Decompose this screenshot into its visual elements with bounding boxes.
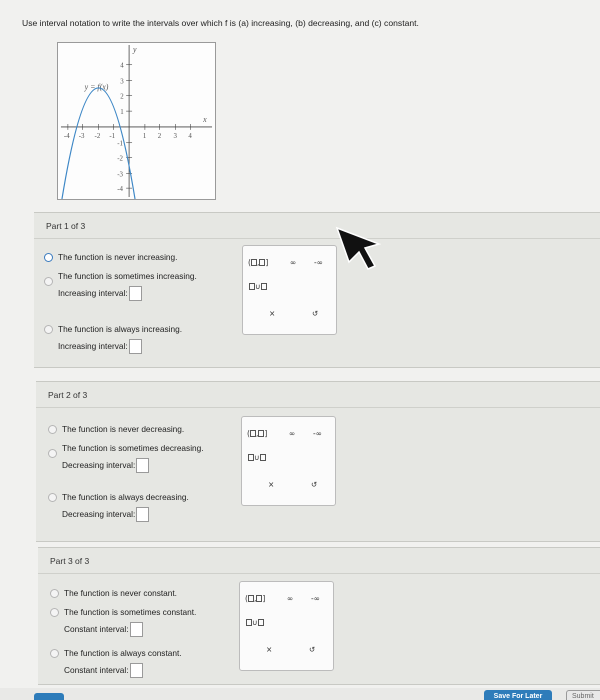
x-tick-label: -3 xyxy=(79,133,85,140)
radio-button[interactable] xyxy=(50,589,59,598)
interval-palette: (,] ∞ -∞ ∪ × ↺ xyxy=(241,416,336,506)
neg-infinity-key[interactable]: -∞ xyxy=(313,429,322,438)
x-tick-label: -2 xyxy=(95,133,101,140)
union-key[interactable]: ∪ xyxy=(249,282,267,291)
undo-key[interactable]: ↺ xyxy=(309,645,315,654)
x-tick-label: 1 xyxy=(143,133,147,140)
undo-key[interactable]: ↺ xyxy=(311,480,317,489)
y-tick-label: 2 xyxy=(120,93,124,100)
x-tick-label: -4 xyxy=(64,133,70,140)
answer-row: Constant interval: xyxy=(52,621,196,638)
infinity-key[interactable]: ∞ xyxy=(290,258,296,267)
option-sometimes-constant[interactable]: The function is sometimes constant. Cons… xyxy=(50,607,196,638)
radio-button[interactable] xyxy=(48,449,57,458)
undo-key[interactable]: ↺ xyxy=(312,309,318,318)
answer-row: Constant interval: xyxy=(52,662,182,679)
answer-row: Decreasing interval: xyxy=(50,506,189,523)
answer-row: Decreasing interval: xyxy=(50,457,210,474)
constant-interval-input[interactable] xyxy=(129,622,143,637)
neg-infinity-key[interactable]: -∞ xyxy=(314,258,323,267)
y-tick-label: 1 xyxy=(120,109,124,116)
footer-tab[interactable] xyxy=(34,693,64,700)
mouse-cursor-icon xyxy=(335,226,381,270)
interval-palette: (,] ∞ -∞ ∪ × ↺ xyxy=(239,581,334,671)
option-always-increasing[interactable]: The function is always increasing. Incre… xyxy=(44,324,182,355)
function-curve xyxy=(61,87,136,199)
radio-button[interactable] xyxy=(44,325,53,334)
answer-row: Increasing interval: xyxy=(46,285,206,302)
decreasing-interval-input[interactable] xyxy=(136,458,150,473)
x-tick-label: 4 xyxy=(188,133,192,140)
option-never-constant[interactable]: The function is never constant. xyxy=(50,588,177,599)
answer-row: Increasing interval: xyxy=(46,338,182,355)
open-closed-interval-key[interactable]: (,] xyxy=(247,429,267,438)
y-tick-label: -4 xyxy=(117,186,123,193)
radio-button[interactable] xyxy=(48,493,57,502)
increasing-interval-input[interactable] xyxy=(128,339,142,354)
option-sometimes-increasing[interactable]: The function is sometimes increasing. In… xyxy=(44,271,206,302)
graph-svg: -4 -3 -2 -1 1 2 3 4 4 3 2 1 -1 -2 -3 -4 … xyxy=(60,45,213,199)
clear-key[interactable]: × xyxy=(266,645,272,654)
radio-button[interactable] xyxy=(44,253,53,262)
function-label: y = f(x) xyxy=(84,82,109,91)
y-tick-label: -3 xyxy=(117,171,123,178)
submit-button[interactable]: Submit xyxy=(566,690,600,700)
save-for-later-button[interactable]: Save For Later xyxy=(484,690,552,700)
neg-infinity-key[interactable]: -∞ xyxy=(311,594,320,603)
option-never-decreasing[interactable]: The function is never decreasing. xyxy=(48,424,184,435)
radio-button[interactable] xyxy=(44,277,53,286)
question-text: Use interval notation to write the inter… xyxy=(22,18,419,28)
option-always-constant[interactable]: The function is always constant. Constan… xyxy=(50,648,182,679)
part-3-section: Part 3 of 3 The function is never consta… xyxy=(38,547,600,685)
clear-key[interactable]: × xyxy=(268,480,274,489)
part-3-header: Part 3 of 3 xyxy=(38,548,600,574)
clear-key[interactable]: × xyxy=(269,309,275,318)
constant-interval-input[interactable] xyxy=(129,663,143,678)
open-closed-interval-key[interactable]: (,] xyxy=(245,594,265,603)
radio-button[interactable] xyxy=(50,608,59,617)
x-axis-label: x xyxy=(202,115,207,124)
increasing-interval-input[interactable] xyxy=(128,286,142,301)
y-axis-label: y xyxy=(132,45,137,54)
radio-button[interactable] xyxy=(50,649,59,658)
x-tick-label: 2 xyxy=(158,133,162,140)
union-key[interactable]: ∪ xyxy=(248,453,266,462)
radio-button[interactable] xyxy=(48,425,57,434)
part-2-section: Part 2 of 3 The function is never decrea… xyxy=(36,381,600,542)
y-tick-label: 4 xyxy=(120,63,124,70)
x-tick-label: -1 xyxy=(109,133,115,140)
infinity-key[interactable]: ∞ xyxy=(289,429,295,438)
y-tick-label: -2 xyxy=(117,155,123,162)
infinity-key[interactable]: ∞ xyxy=(287,594,293,603)
option-sometimes-decreasing[interactable]: The function is sometimes decreasing. De… xyxy=(48,443,210,474)
part-1-section: Part 1 of 3 The function is never increa… xyxy=(34,212,600,368)
interval-palette: (,] ∞ -∞ ∪ × ↺ xyxy=(242,245,337,335)
y-tick-label: -1 xyxy=(117,141,123,148)
function-graph: -4 -3 -2 -1 1 2 3 4 4 3 2 1 -1 -2 -3 -4 … xyxy=(57,42,216,200)
open-closed-interval-key[interactable]: (,] xyxy=(248,258,268,267)
decreasing-interval-input[interactable] xyxy=(136,507,150,522)
option-always-decreasing[interactable]: The function is always decreasing. Decre… xyxy=(48,492,189,523)
option-never-increasing[interactable]: The function is never increasing. xyxy=(44,252,177,263)
part-1-header: Part 1 of 3 xyxy=(34,213,600,239)
part-2-header: Part 2 of 3 xyxy=(36,382,600,408)
y-tick-label: 3 xyxy=(120,78,124,85)
x-tick-label: 3 xyxy=(174,133,178,140)
union-key[interactable]: ∪ xyxy=(246,618,264,627)
